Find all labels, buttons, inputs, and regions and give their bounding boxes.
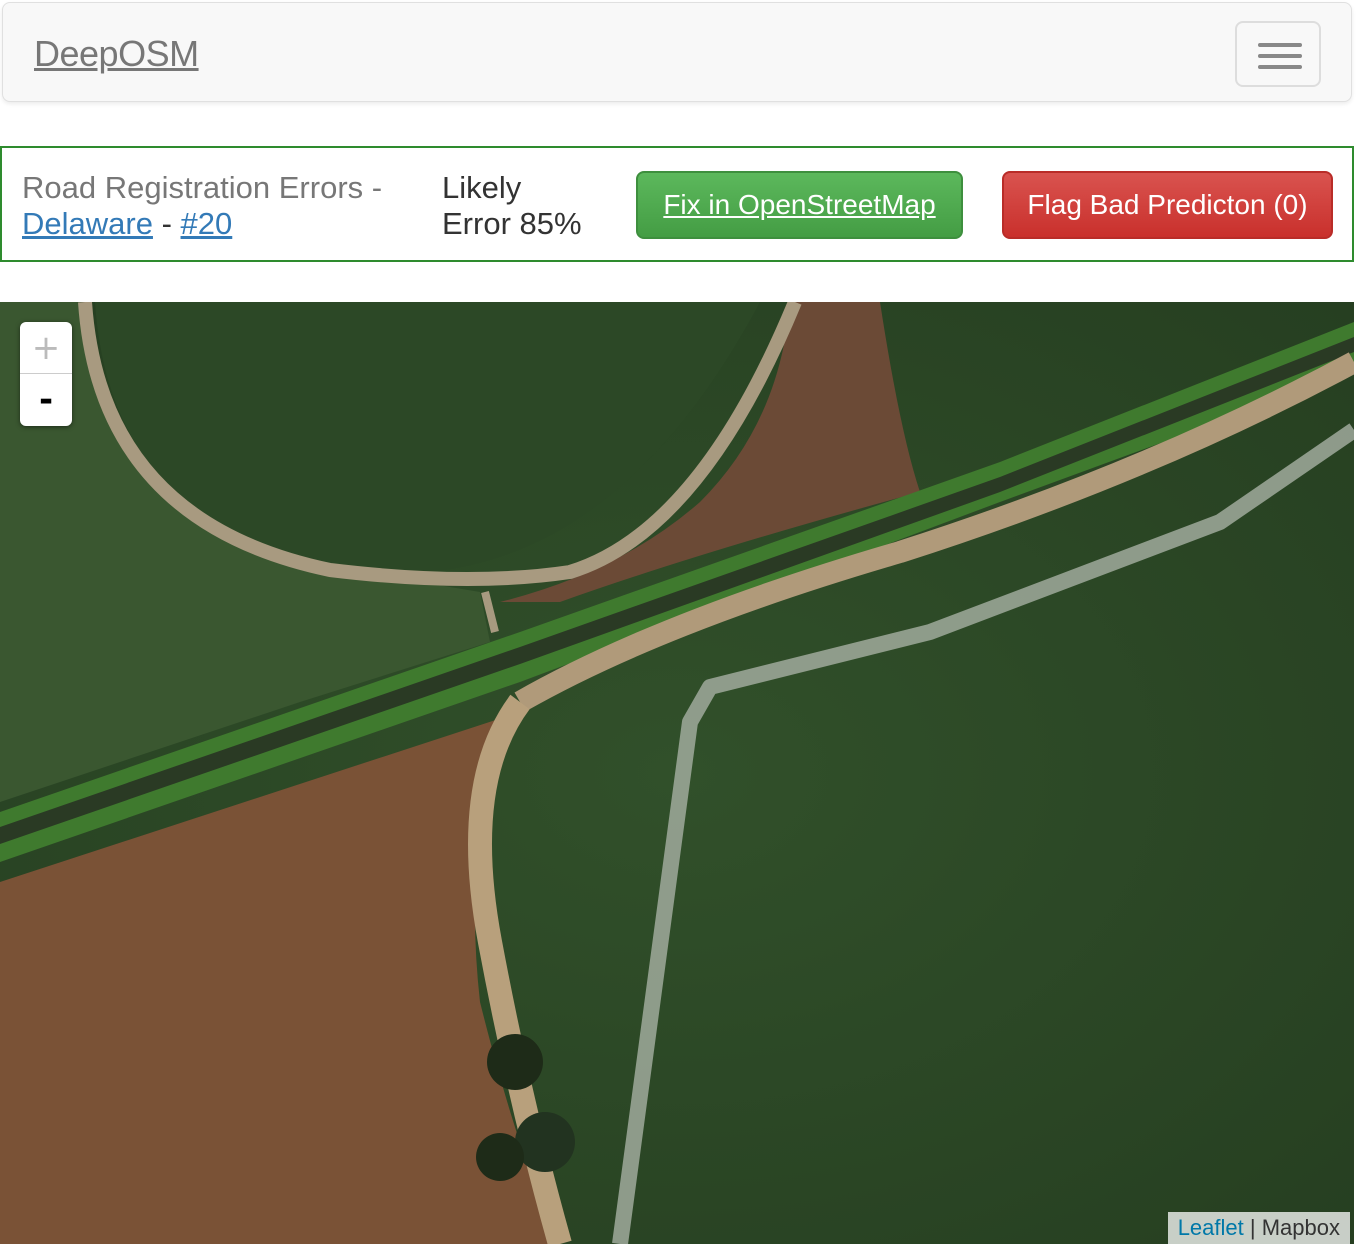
zoom-control: + - (20, 322, 72, 426)
zoom-in-button[interactable]: + (20, 322, 72, 374)
error-title-prefix: Road Registration Errors - (22, 170, 383, 205)
fix-in-osm-button[interactable]: Fix in OpenStreetMap (636, 171, 963, 239)
map-attribution: Leaflet | Mapbox (1167, 1212, 1350, 1244)
menu-toggle-button[interactable] (1235, 21, 1321, 87)
navbar: DeepOSM (2, 2, 1352, 102)
leaflet-link[interactable]: Leaflet (1178, 1215, 1244, 1240)
attribution-provider: Mapbox (1261, 1215, 1340, 1240)
flag-bad-prediction-button[interactable]: Flag Bad Predicton (0) (1002, 171, 1333, 239)
likelihood-line1: Likely (442, 170, 522, 205)
error-title: Road Registration Errors - Delaware - #2… (22, 170, 422, 242)
satellite-map[interactable]: + - Leaflet | Mapbox (0, 302, 1354, 1244)
error-likelihood: Likely Error 85% (442, 170, 582, 242)
title-separator: - (161, 206, 172, 241)
likelihood-line2: Error 85% (442, 206, 582, 241)
attribution-separator: | (1249, 1215, 1256, 1240)
brand-link[interactable]: DeepOSM (34, 33, 199, 75)
error-id-link[interactable]: #20 (181, 206, 233, 241)
satellite-imagery (0, 302, 1354, 1244)
state-link[interactable]: Delaware (22, 206, 153, 241)
error-info-bar: Road Registration Errors - Delaware - #2… (0, 146, 1354, 262)
zoom-out-button[interactable]: - (20, 374, 72, 426)
